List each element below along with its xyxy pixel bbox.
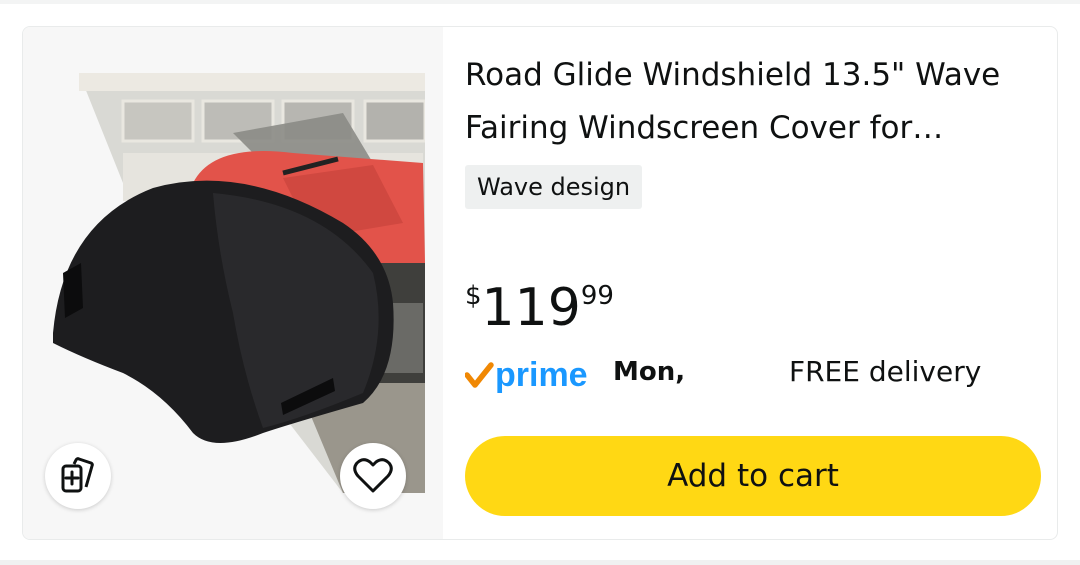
delivery-date: Mon, [613, 357, 686, 387]
product-image[interactable] [43, 73, 425, 493]
top-divider [0, 0, 1080, 4]
variant-badge: Wave design [465, 165, 643, 209]
compare-cards-icon [61, 457, 94, 493]
product-media[interactable] [23, 27, 443, 539]
free-delivery-text: FREE delivery [789, 355, 982, 388]
delivery-row: prime Mon, FREE delivery [465, 349, 1045, 397]
heart-icon [353, 458, 393, 493]
compare-button[interactable] [45, 443, 111, 509]
add-to-cart-button[interactable]: Add to cart [465, 436, 1041, 516]
bottom-divider [0, 560, 1080, 565]
price-currency: $ [465, 281, 482, 311]
price-whole: 119 [481, 278, 581, 338]
wishlist-button[interactable] [340, 443, 406, 509]
product-details: Road Glide Windshield 13.5" Wave Fairing… [465, 27, 1045, 539]
prime-label: prime [495, 356, 588, 394]
price: $11999 [465, 273, 614, 343]
prime-logo: prime [465, 356, 588, 394]
product-title[interactable]: Road Glide Windshield 13.5" Wave Fairing… [465, 49, 1045, 155]
product-card[interactable]: Road Glide Windshield 13.5" Wave Fairing… [22, 26, 1058, 540]
price-fraction: 99 [580, 281, 614, 311]
